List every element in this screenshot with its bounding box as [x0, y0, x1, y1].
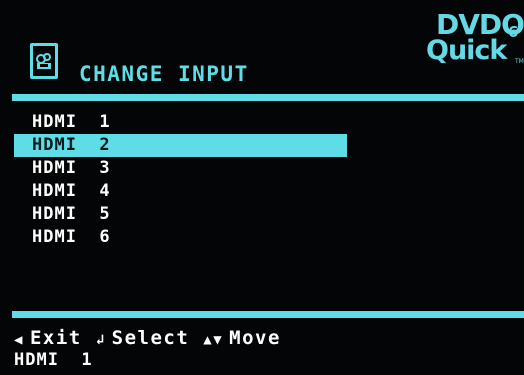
current-input-status: HDMI 1	[14, 350, 93, 370]
input-source-icon	[30, 43, 58, 79]
help-bar: ◀ Exit ↲ Select ▲▼ Move	[14, 326, 281, 350]
header-divider	[12, 94, 524, 101]
logo-badge: 6	[508, 23, 519, 41]
input-item-hdmi-1[interactable]: HDMI 1	[14, 111, 354, 134]
enter-return-icon: ↲	[95, 332, 106, 348]
menu-title: CHANGE INPUT	[79, 62, 249, 86]
move-hint: Move	[229, 327, 281, 349]
input-item-hdmi-3[interactable]: HDMI 3	[14, 157, 354, 180]
input-item-hdmi-2-selected[interactable]: HDMI 2	[14, 134, 347, 157]
up-down-arrows-icon: ▲▼	[203, 332, 224, 348]
input-item-hdmi-4[interactable]: HDMI 4	[14, 180, 354, 203]
input-item-hdmi-5[interactable]: HDMI 5	[14, 203, 354, 226]
logo-quick: Quick	[426, 35, 507, 66]
exit-hint: Exit	[29, 327, 82, 349]
logo-trademark: TM	[515, 58, 524, 65]
input-list: HDMI 1 HDMI 2 HDMI 3 HDMI 4 HDMI 5 HDMI …	[14, 111, 354, 249]
osd-screen: CHANGE INPUT DVDO 6 Quick TM HDMI 1 HDMI…	[0, 0, 524, 375]
input-item-hdmi-6[interactable]: HDMI 6	[14, 226, 354, 249]
select-hint: Select	[111, 327, 190, 349]
dvdo-quick-logo: DVDO 6 Quick TM	[420, 10, 524, 82]
menu-header: CHANGE INPUT DVDO 6 Quick TM	[0, 0, 524, 92]
footer-divider	[12, 311, 524, 318]
